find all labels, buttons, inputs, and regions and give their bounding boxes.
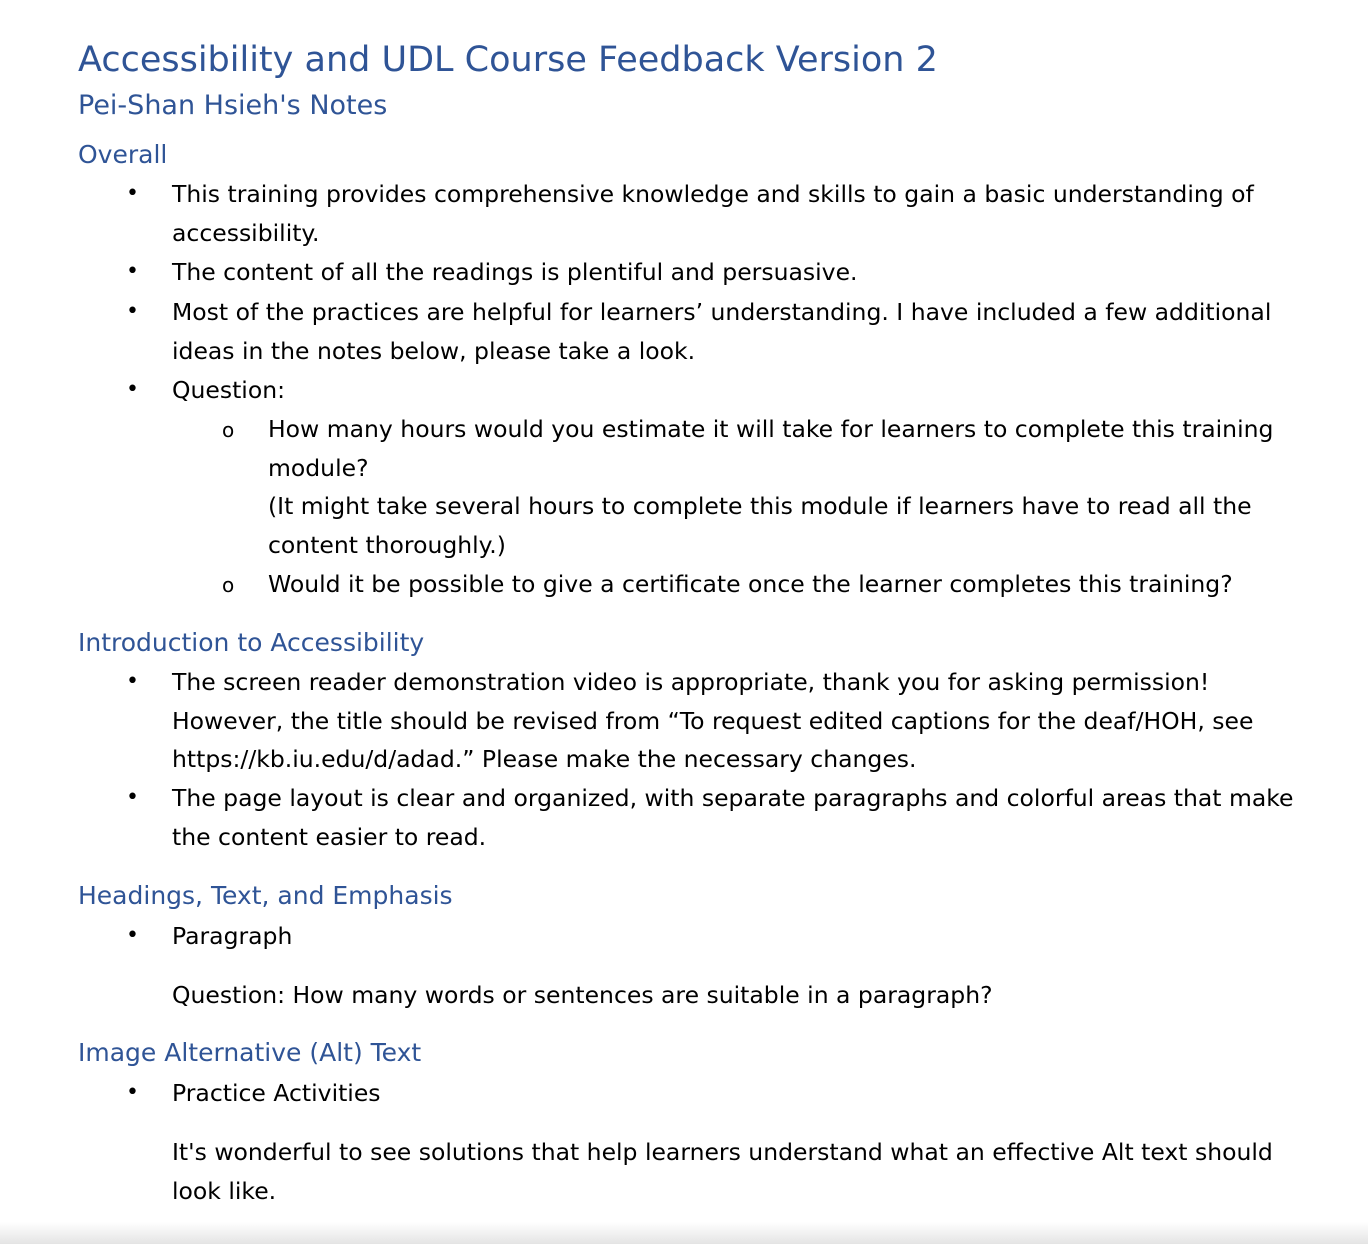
- list-item: • The content of all the readings is ple…: [78, 253, 1318, 292]
- bullet-icon: •: [126, 1080, 139, 1106]
- bullet-icon: •: [126, 785, 139, 811]
- alt-text-list: • Practice Activities: [78, 1074, 1318, 1113]
- intro-list: • The screen reader demonstration video …: [78, 663, 1318, 857]
- list-item: • Practice Activities: [78, 1074, 1318, 1113]
- list-item-text: Paragraph: [172, 921, 293, 950]
- question-sublist: o How many hours would you estimate it w…: [78, 410, 1318, 604]
- list-item-text: The screen reader demonstration video is…: [172, 667, 1254, 774]
- sub-list-item: o How many hours would you estimate it w…: [78, 410, 1318, 565]
- circle-bullet-icon: o: [222, 417, 235, 442]
- bullet-icon: •: [126, 922, 139, 948]
- intro-heading: Introduction to Accessibility: [78, 627, 425, 657]
- circle-bullet-icon: o: [222, 572, 235, 597]
- overall-list: • This training provides comprehensive k…: [78, 175, 1318, 604]
- list-item-text: Question:: [172, 375, 286, 404]
- overall-heading: Overall: [78, 140, 168, 169]
- headings-question: Question: How many words or sentences ar…: [172, 980, 993, 1009]
- bullet-icon: •: [126, 299, 139, 325]
- list-item: • Most of the practices are helpful for …: [78, 293, 1318, 371]
- list-item: • This training provides comprehensive k…: [78, 175, 1318, 253]
- sub-list-item-note: (It might take several hours to complete…: [268, 492, 1252, 560]
- sub-list-item-text: Would it be possible to give a certifica…: [268, 569, 1233, 598]
- bullet-icon: •: [126, 258, 139, 284]
- alt-text-heading: Image Alternative (Alt) Text: [78, 1038, 422, 1068]
- sub-list-item-text: How many hours would you estimate it wil…: [268, 414, 1274, 482]
- list-item: • The screen reader demonstration video …: [78, 663, 1318, 779]
- list-item-text: Most of the practices are helpful for le…: [172, 298, 1272, 366]
- alt-text-note: It's wonderful to see solutions that hel…: [172, 1138, 1273, 1205]
- headings-heading: Headings, Text, and Emphasis: [78, 880, 453, 910]
- list-item-text: This training provides comprehensive kno…: [172, 180, 1254, 247]
- list-item: • Question: o How many hours would you e…: [78, 371, 1318, 604]
- document-page: Accessibility and UDL Course Feedback Ve…: [78, 38, 1318, 1211]
- bullet-icon: •: [126, 668, 139, 694]
- sub-list-item: o Would it be possible to give a certifi…: [78, 565, 1318, 604]
- list-item-text: Practice Activities: [172, 1079, 381, 1108]
- list-item: • The page layout is clear and organized…: [78, 779, 1318, 857]
- bullet-icon: •: [126, 181, 139, 206]
- headings-list: • Paragraph: [78, 917, 1318, 956]
- list-item-text: The content of all the readings is plent…: [172, 257, 858, 286]
- document-title: Accessibility and UDL Course Feedback Ve…: [78, 40, 938, 80]
- list-item-text: The page layout is clear and organized, …: [172, 784, 1294, 851]
- author-notes-heading: Pei-Shan Hsieh's Notes: [78, 90, 388, 121]
- page-bottom-shadow: [0, 1222, 1368, 1244]
- list-item: • Paragraph: [78, 917, 1318, 956]
- bullet-icon: •: [126, 376, 139, 402]
